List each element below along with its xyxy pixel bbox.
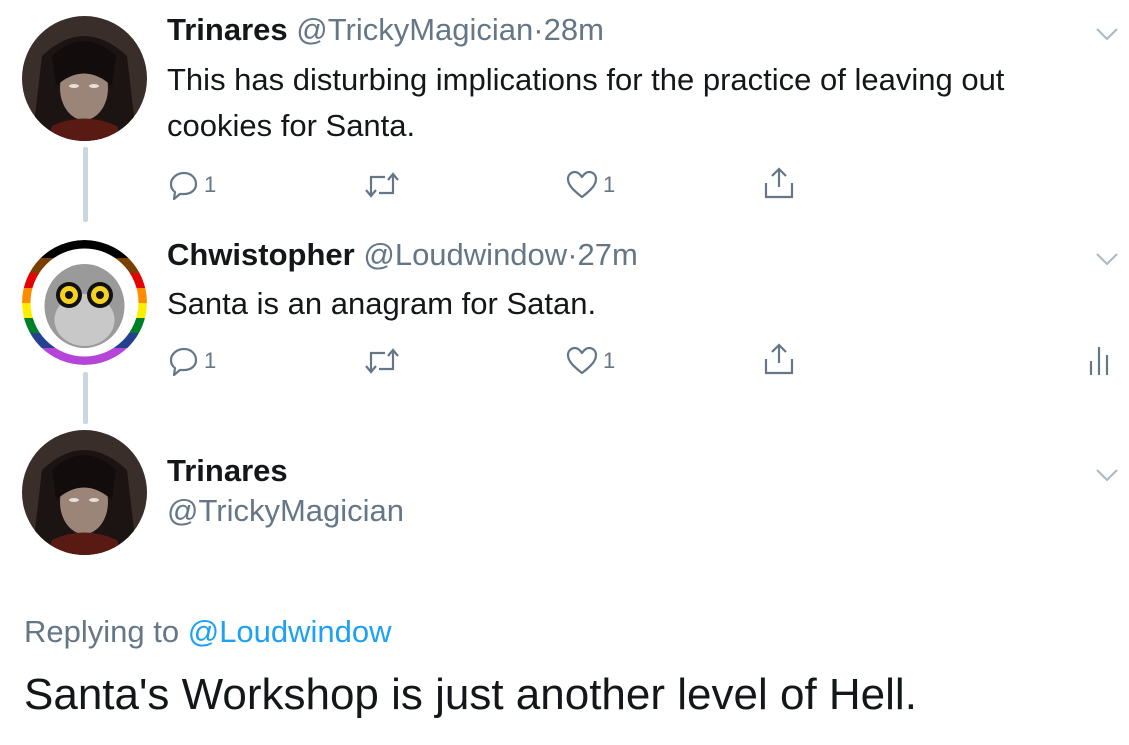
display-name[interactable]: Trinares — [167, 12, 288, 47]
chevron-down-icon[interactable] — [1093, 249, 1121, 269]
reply-icon — [169, 347, 198, 377]
timestamp[interactable]: 28m — [544, 12, 604, 47]
thread-line — [83, 147, 88, 222]
retweet-button[interactable] — [363, 168, 401, 202]
reply-button[interactable]: 1 — [168, 344, 216, 378]
reply-icon — [169, 171, 198, 201]
analytics-button[interactable] — [1087, 342, 1111, 376]
avatar-image — [22, 240, 147, 365]
avatar-trinares[interactable] — [22, 16, 147, 141]
display-name[interactable]: Trinares — [167, 452, 288, 490]
heart-icon — [566, 346, 598, 375]
analytics-icon — [1089, 347, 1109, 375]
reply-count: 1 — [204, 172, 217, 197]
separator-dot: · — [533, 12, 544, 47]
heart-icon — [566, 170, 598, 199]
share-button[interactable] — [762, 342, 796, 376]
chevron-down-icon[interactable] — [1093, 24, 1121, 44]
timestamp[interactable]: 27m — [578, 237, 638, 272]
tweet-header: Chwistopher @Loudwindow·27m — [167, 236, 638, 274]
retweet-icon — [365, 348, 399, 374]
retweet-button[interactable] — [363, 344, 401, 378]
avatar-image — [22, 430, 147, 555]
share-button[interactable] — [762, 166, 796, 200]
chevron-down-icon[interactable] — [1093, 465, 1121, 485]
share-icon — [764, 167, 794, 199]
reply-count: 1 — [204, 348, 217, 373]
like-button[interactable]: 1 — [565, 168, 615, 202]
user-handle[interactable]: @TrickyMagician — [296, 12, 533, 47]
mention-link[interactable]: @Loudwindow — [188, 614, 392, 649]
like-count: 1 — [603, 172, 616, 197]
avatar-trinares[interactable] — [22, 430, 147, 555]
share-icon — [764, 343, 794, 375]
user-handle[interactable]: @TrickyMagician — [167, 492, 404, 530]
display-name[interactable]: Chwistopher — [167, 237, 355, 272]
user-handle[interactable]: @Loudwindow — [363, 237, 567, 272]
tweet-text: Santa's Workshop is just another level o… — [24, 670, 917, 719]
avatar-image — [22, 16, 147, 141]
tweet-text: This has disturbing implications for the… — [167, 62, 1005, 143]
like-count: 1 — [603, 348, 616, 373]
replying-prefix: Replying to — [24, 614, 180, 649]
like-button[interactable]: 1 — [565, 344, 615, 378]
thread-line — [83, 372, 88, 424]
tweet-header: Trinares @TrickyMagician·28m — [167, 11, 604, 49]
retweet-icon — [365, 172, 399, 198]
separator-dot: · — [567, 237, 578, 272]
reply-button[interactable]: 1 — [168, 168, 216, 202]
avatar-chwistopher[interactable] — [22, 240, 147, 365]
tweet-text: Santa is an anagram for Satan. — [167, 286, 597, 321]
replying-to: Replying to @Loudwindow — [24, 612, 392, 652]
